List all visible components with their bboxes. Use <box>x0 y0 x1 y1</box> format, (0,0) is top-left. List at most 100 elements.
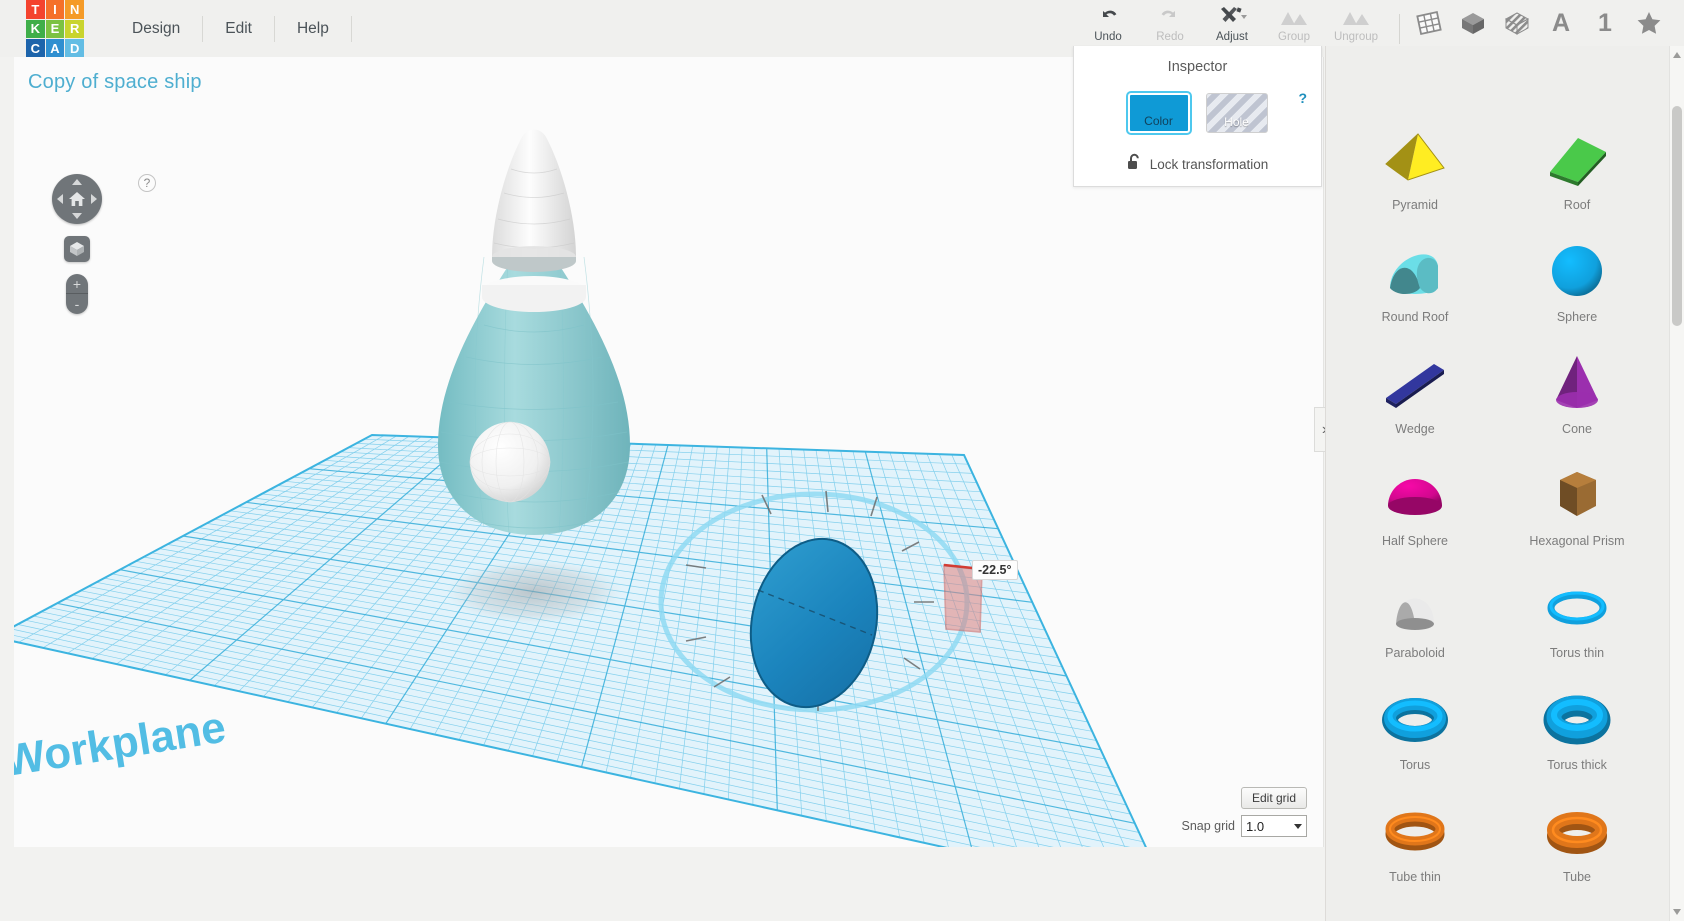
pyramid-icon <box>1378 122 1452 196</box>
shape-item-hexagonal-prism[interactable]: Hexagonal Prism <box>1496 450 1658 562</box>
shape-item-label: Round Roof <box>1381 310 1449 324</box>
toolbar-divider <box>1399 13 1400 44</box>
shape-item-box[interactable] <box>1334 46 1496 114</box>
adjust-button[interactable]: Adjust <box>1201 0 1263 50</box>
shape-item-cylinder[interactable] <box>1496 46 1658 114</box>
shape-item-tube-thin[interactable]: Tube thin <box>1334 786 1496 898</box>
scroll-down-icon[interactable] <box>1673 909 1681 915</box>
shape-item-label: Pyramid <box>1392 198 1438 212</box>
workplane-grid-icon[interactable] <box>1412 6 1446 40</box>
menu-divider <box>350 15 352 42</box>
edit-grid-button[interactable]: Edit grid <box>1240 787 1307 809</box>
shape-item-label: Roof <box>1563 198 1591 212</box>
document-title[interactable]: Copy of space ship <box>28 71 202 94</box>
transparent-cube-icon[interactable] <box>1500 6 1534 40</box>
lock-transformation-row[interactable]: Lock transformation <box>1074 153 1321 176</box>
shape-item-tube[interactable]: Tube <box>1496 786 1658 898</box>
shape-item-sphere[interactable]: Sphere <box>1496 226 1658 338</box>
shape-item-torus[interactable]: Torus <box>1334 674 1496 786</box>
arrow-down-icon[interactable] <box>72 213 82 219</box>
arrow-up-icon[interactable] <box>72 179 82 185</box>
shape-item-paraboloid[interactable]: Paraboloid <box>1334 562 1496 674</box>
shape-item-torus-thin[interactable]: Torus thin <box>1496 562 1658 674</box>
inspector-help-icon[interactable]: ? <box>1298 90 1307 106</box>
number-icon[interactable]: 1 <box>1588 6 1622 40</box>
partial-top-icon <box>1540 46 1614 84</box>
favorite-star-icon[interactable] <box>1632 6 1666 40</box>
open-padlock-icon <box>1127 153 1142 176</box>
menu-design[interactable]: Design <box>110 0 202 57</box>
snap-grid-label: Snap grid <box>1181 819 1235 833</box>
inspector-panel: Inspector Color Hole ? Lock transformati… <box>1073 46 1322 187</box>
shape-item-cone[interactable]: Cone <box>1496 338 1658 450</box>
hex-prism-icon <box>1540 458 1614 532</box>
logo-tile-t: T <box>26 0 45 19</box>
shape-item-label: Tube <box>1562 870 1592 884</box>
shape-item-wedge[interactable]: Wedge <box>1334 338 1496 450</box>
home-icon[interactable] <box>67 189 87 209</box>
logo-tile-d: D <box>65 39 84 58</box>
shape-item-roof[interactable]: Roof <box>1496 114 1658 226</box>
zoom-controls: + - <box>66 274 88 314</box>
lock-transformation-label: Lock transformation <box>1149 157 1269 172</box>
color-swatch-label: Color <box>1144 114 1173 128</box>
logo-tile-c: C <box>26 39 45 58</box>
half-sphere-icon <box>1378 458 1452 532</box>
workplane-watermark: Workplane <box>14 703 229 786</box>
view-orbit-pad[interactable] <box>52 174 102 224</box>
shape-item-label: Torus <box>1399 758 1431 772</box>
logo-tile-k: K <box>26 19 45 39</box>
logo-tile-i: I <box>45 0 65 19</box>
viewport-help-icon[interactable]: ? <box>138 174 156 192</box>
shape-item-label: Wedge <box>1395 422 1435 436</box>
undo-label: Undo <box>1094 31 1122 43</box>
round-roof-icon <box>1378 234 1452 308</box>
shapes-scrollbar[interactable] <box>1669 46 1684 921</box>
arrow-right-icon[interactable] <box>91 194 97 204</box>
snap-grid-select[interactable]: 1.0 <box>1241 815 1307 837</box>
undo-button[interactable]: Undo <box>1077 0 1139 50</box>
shape-item-label: Hexagonal Prism <box>1529 534 1625 548</box>
solid-cube-icon[interactable] <box>1456 6 1490 40</box>
ungroup-button[interactable]: Ungroup <box>1325 0 1387 50</box>
roof-icon <box>1540 122 1614 196</box>
shape-item-label: Sphere <box>1556 310 1598 324</box>
fit-to-view-cube-icon[interactable] <box>64 236 90 262</box>
scroll-up-icon[interactable] <box>1673 52 1681 58</box>
group-button[interactable]: Group <box>1263 0 1325 50</box>
tinkercad-logo[interactable]: TIN KER CAD <box>26 0 84 58</box>
shape-item-torus-thick[interactable]: Torus thick <box>1496 674 1658 786</box>
hole-swatch-button[interactable]: Hole <box>1205 93 1268 133</box>
zoom-out-button[interactable]: - <box>66 294 88 314</box>
cone-icon <box>1540 346 1614 420</box>
shape-item-label: Torus thick <box>1547 758 1607 772</box>
shape-item-pyramid[interactable]: Pyramid <box>1334 114 1496 226</box>
partial-top-icon <box>1378 46 1452 84</box>
undo-arrow-icon <box>1097 6 1119 28</box>
shape-item-label: Tube thin <box>1389 870 1441 884</box>
tube-thin-icon <box>1378 794 1452 868</box>
inspector-title: Inspector <box>1167 59 1228 75</box>
group-shapes-icon <box>1279 6 1309 28</box>
scrollbar-thumb[interactable] <box>1672 106 1682 326</box>
menu-edit[interactable]: Edit <box>203 0 274 57</box>
bottom-gutter <box>0 909 1324 921</box>
tinkercad-app: TINKERCAD Design Edit Help Undo Redo Adj… <box>0 0 1684 921</box>
shape-item-half-sphere[interactable]: Half Sphere <box>1334 450 1496 562</box>
group-label: Group <box>1278 31 1310 43</box>
shape-item-label: Paraboloid <box>1385 646 1445 660</box>
redo-button[interactable]: Redo <box>1139 0 1201 50</box>
arrow-left-icon[interactable] <box>57 194 63 204</box>
menu-help[interactable]: Help <box>275 0 351 57</box>
text-letter-icon[interactable]: A <box>1544 6 1578 40</box>
hole-swatch-label: Hole <box>1224 115 1249 129</box>
shape-item-round-roof[interactable]: Round Roof <box>1334 226 1496 338</box>
torus-thin-icon <box>1540 570 1614 644</box>
adjust-tools-icon <box>1217 6 1247 28</box>
zoom-in-button[interactable]: + <box>66 274 88 294</box>
logo-tile-a: A <box>45 39 65 58</box>
color-swatch-button[interactable]: Color <box>1125 91 1192 135</box>
view-navigation-widget: ? + - <box>50 174 170 314</box>
adjust-label: Adjust <box>1216 31 1248 43</box>
shape-item-label: Cone <box>1562 422 1592 436</box>
